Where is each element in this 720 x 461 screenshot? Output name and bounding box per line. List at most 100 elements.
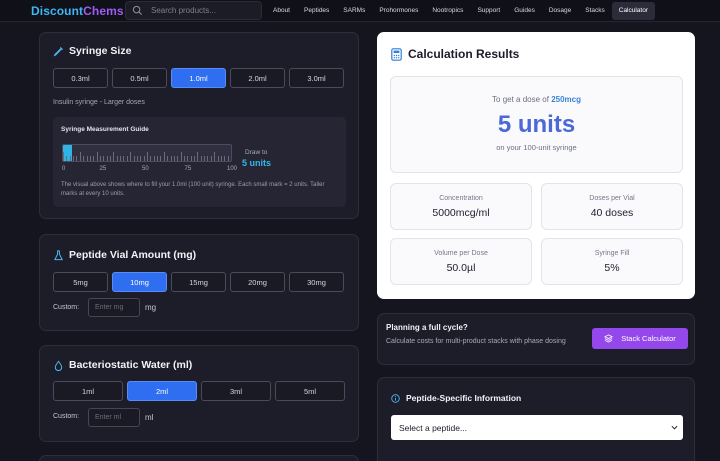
vial-custom-placeholder: Enter mg <box>95 304 124 311</box>
syringe-tick <box>194 156 196 161</box>
units-result-box: To get a dose of 250mcg 5 units on your … <box>390 76 683 173</box>
syringe-size-option-0-3ml[interactable]: 0.3ml <box>53 68 108 88</box>
nav-link-about[interactable]: About <box>266 2 297 20</box>
vial-amount-title: Peptide Vial Amount (mg) <box>53 249 196 261</box>
peptide-info-title: Peptide-Specific Information <box>391 393 521 403</box>
syringe-tick <box>207 156 209 161</box>
syringe-tick <box>73 156 75 161</box>
syringe-tick <box>217 156 219 161</box>
water-amount-option-3ml[interactable]: 3ml <box>201 381 271 401</box>
syringe-tick <box>110 156 112 161</box>
scale-label: 0 <box>62 166 66 172</box>
vial-custom-input[interactable]: Enter mg <box>88 298 140 317</box>
stat-value: 50.0µl <box>446 262 476 274</box>
nav-link-support[interactable]: Support <box>470 2 507 20</box>
calculation-results-card: Calculation Results To get a dose of 250… <box>377 32 695 299</box>
scale-label: 50 <box>142 166 149 172</box>
search-input[interactable]: Search products... <box>125 1 262 20</box>
nav-link-nootropics[interactable]: Nootropics <box>425 2 470 20</box>
syringe-tick <box>133 156 135 161</box>
flask-icon <box>54 249 63 260</box>
syringe-tick <box>187 156 189 161</box>
syringe-tick <box>227 156 229 161</box>
site-logo[interactable]: DiscountChems <box>31 4 124 18</box>
peptide-info-card: Peptide-Specific Information Select a pe… <box>377 377 695 461</box>
syringe-tick <box>224 156 226 161</box>
scale-label: 75 <box>184 166 192 172</box>
dose-prefix: To get a dose of <box>492 95 549 104</box>
syringe-tick <box>66 156 68 161</box>
syringe-measurement-guide: Syringe Measurement Guide 0 25 50 75 100 Dra… <box>53 117 346 207</box>
syringe-tick <box>231 152 232 161</box>
vial-amount-option-5mg[interactable]: 5mg <box>53 272 108 292</box>
syringe-tick <box>93 156 95 161</box>
stat-doses-per-vial: Doses per Vial 40 doses <box>541 183 683 230</box>
syringe-size-option-3-0ml[interactable]: 3.0ml <box>289 68 344 88</box>
nav-link-stacks[interactable]: Stacks <box>578 2 612 20</box>
syringe-tick <box>130 152 132 161</box>
results-title: Calculation Results <box>391 47 519 61</box>
syringe-tick <box>214 152 216 161</box>
nav-link-prohormones[interactable]: Prohormones <box>372 2 425 20</box>
syringe-tick <box>123 156 125 161</box>
search-placeholder: Search products... <box>151 6 216 15</box>
syringe-tick <box>76 156 78 161</box>
logo-text-discount: Discount <box>31 4 84 18</box>
syringe-size-option-1-0ml[interactable]: 1.0ml <box>171 68 226 88</box>
syringe-tick <box>86 156 88 161</box>
vial-amount-option-30mg[interactable]: 30mg <box>289 272 344 292</box>
syringe-tick <box>190 156 192 161</box>
syringe-size-option-2-0ml[interactable]: 2.0ml <box>230 68 285 88</box>
nav-link-peptides[interactable]: Peptides <box>297 2 336 20</box>
water-custom-label: Custom: <box>53 413 80 420</box>
syringe-tick <box>170 156 172 161</box>
droplet-icon <box>54 360 63 371</box>
water-amount-option-5ml[interactable]: 5ml <box>275 381 345 401</box>
nav-link-calculator[interactable]: Calculator <box>611 2 656 20</box>
syringe-tick <box>210 156 212 161</box>
stat-label: Volume per Dose <box>434 250 488 257</box>
syringe-tick <box>96 152 98 161</box>
peptide-info-title-text: Peptide-Specific Information <box>406 393 522 403</box>
vial-amount-option-20mg[interactable]: 20mg <box>230 272 285 292</box>
scale-label: 25 <box>99 166 107 172</box>
syringe-tick <box>89 156 91 161</box>
syringe-tick <box>200 156 202 161</box>
next-card-partial <box>39 455 359 461</box>
syringe-barrel <box>62 144 232 162</box>
syringe-tick <box>136 156 138 161</box>
nav-link-sarms[interactable]: SARMs <box>336 2 372 20</box>
vial-amount-option-10mg[interactable]: 10mg <box>112 272 167 292</box>
dose-line: To get a dose of 250mcg <box>391 95 682 104</box>
syringe-tick <box>167 156 169 161</box>
search-icon <box>132 5 143 16</box>
syringe-note: on your 100-unit syringe <box>496 143 577 152</box>
syringe-tick <box>180 152 182 161</box>
syringe-tick <box>197 152 199 161</box>
stack-calculator-label: Stack Calculator <box>621 334 676 343</box>
stack-calculator-button[interactable]: Stack Calculator <box>592 328 688 349</box>
stat-value: 40 doses <box>590 207 634 219</box>
syringe-tick <box>163 152 165 161</box>
syringe-tick <box>220 156 222 161</box>
layers-icon <box>604 334 614 343</box>
info-icon <box>391 393 400 403</box>
syringe-tick <box>160 156 162 161</box>
stat-value: 5000mcg/ml <box>432 207 490 219</box>
vial-unit: mg <box>145 303 157 312</box>
syringe-tick <box>126 156 128 161</box>
nav-link-dosage[interactable]: Dosage <box>542 2 578 20</box>
vial-amount-label: Peptide Vial Amount (mg) <box>69 249 197 261</box>
syringe-tick <box>120 156 122 161</box>
stat-label: Doses per Vial <box>589 195 635 202</box>
water-custom-input[interactable]: Enter ml <box>88 408 140 427</box>
water-amount-option-2ml[interactable]: 2ml <box>127 381 197 401</box>
stat-label: Syringe Fill <box>594 250 630 257</box>
peptide-select[interactable]: Select a peptide... <box>391 415 683 440</box>
nav-links: About Peptides SARMs Prohormones Nootropics S… <box>266 0 656 22</box>
syringe-size-option-0-5ml[interactable]: 0.5ml <box>112 68 167 88</box>
water-amount-option-1ml[interactable]: 1ml <box>53 381 123 401</box>
syringe-tick <box>140 156 142 161</box>
vial-amount-option-15mg[interactable]: 15mg <box>171 272 226 292</box>
nav-link-guides[interactable]: Guides <box>507 2 542 20</box>
